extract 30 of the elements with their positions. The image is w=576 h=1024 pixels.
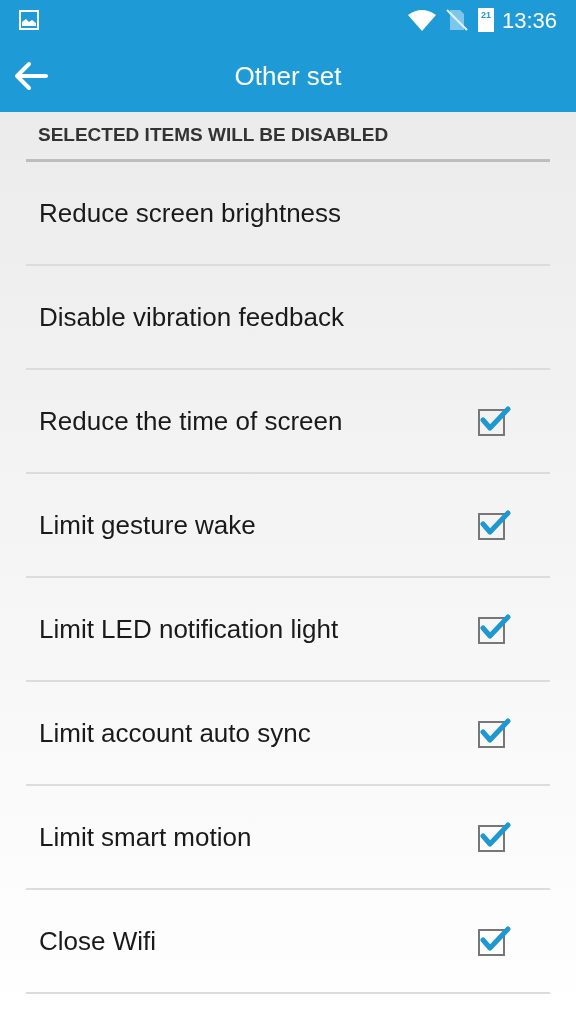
section-header: SELECTED ITEMS WILL BE DISABLED — [38, 123, 389, 148]
checkbox[interactable] — [478, 406, 512, 436]
settings-row[interactable]: Reduce the time of screen — [26, 370, 550, 474]
back-arrow-icon — [14, 61, 48, 91]
settings-row[interactable]: Limit gesture wake — [26, 474, 550, 578]
checkbox[interactable] — [478, 510, 512, 540]
image-notification-icon — [19, 10, 39, 30]
settings-row[interactable]: Disable vibration feedback — [26, 266, 550, 370]
setting-label: Limit account auto sync — [39, 716, 312, 750]
setting-label: Close Wifi — [39, 924, 157, 958]
no-sim-icon — [445, 9, 468, 31]
clock-time: 13:36 — [501, 6, 557, 35]
settings-row[interactable]: Reduce screen brightness — [26, 162, 550, 266]
settings-row[interactable]: Limit LED notification light — [26, 578, 550, 682]
battery-level-text: 21 — [480, 11, 491, 20]
settings-row[interactable]: Close Wifi — [26, 890, 550, 994]
setting-label: Limit LED notification light — [39, 612, 340, 646]
checkbox[interactable] — [478, 822, 512, 852]
settings-row[interactable]: Limit account auto sync — [26, 682, 550, 786]
checkbox[interactable] — [478, 926, 512, 956]
settings-row[interactable]: Limit smart motion — [26, 786, 550, 890]
setting-label: Limit gesture wake — [39, 508, 257, 542]
setting-label: Reduce the time of screen — [39, 404, 344, 438]
checkbox[interactable] — [478, 614, 512, 644]
setting-label: Reduce screen brightness — [39, 196, 343, 230]
screen-title: Other set — [233, 59, 343, 93]
checkbox[interactable] — [478, 718, 512, 748]
setting-label: Disable vibration feedback — [39, 300, 345, 334]
setting-label: Limit smart motion — [39, 820, 253, 854]
wifi-icon — [407, 9, 436, 31]
